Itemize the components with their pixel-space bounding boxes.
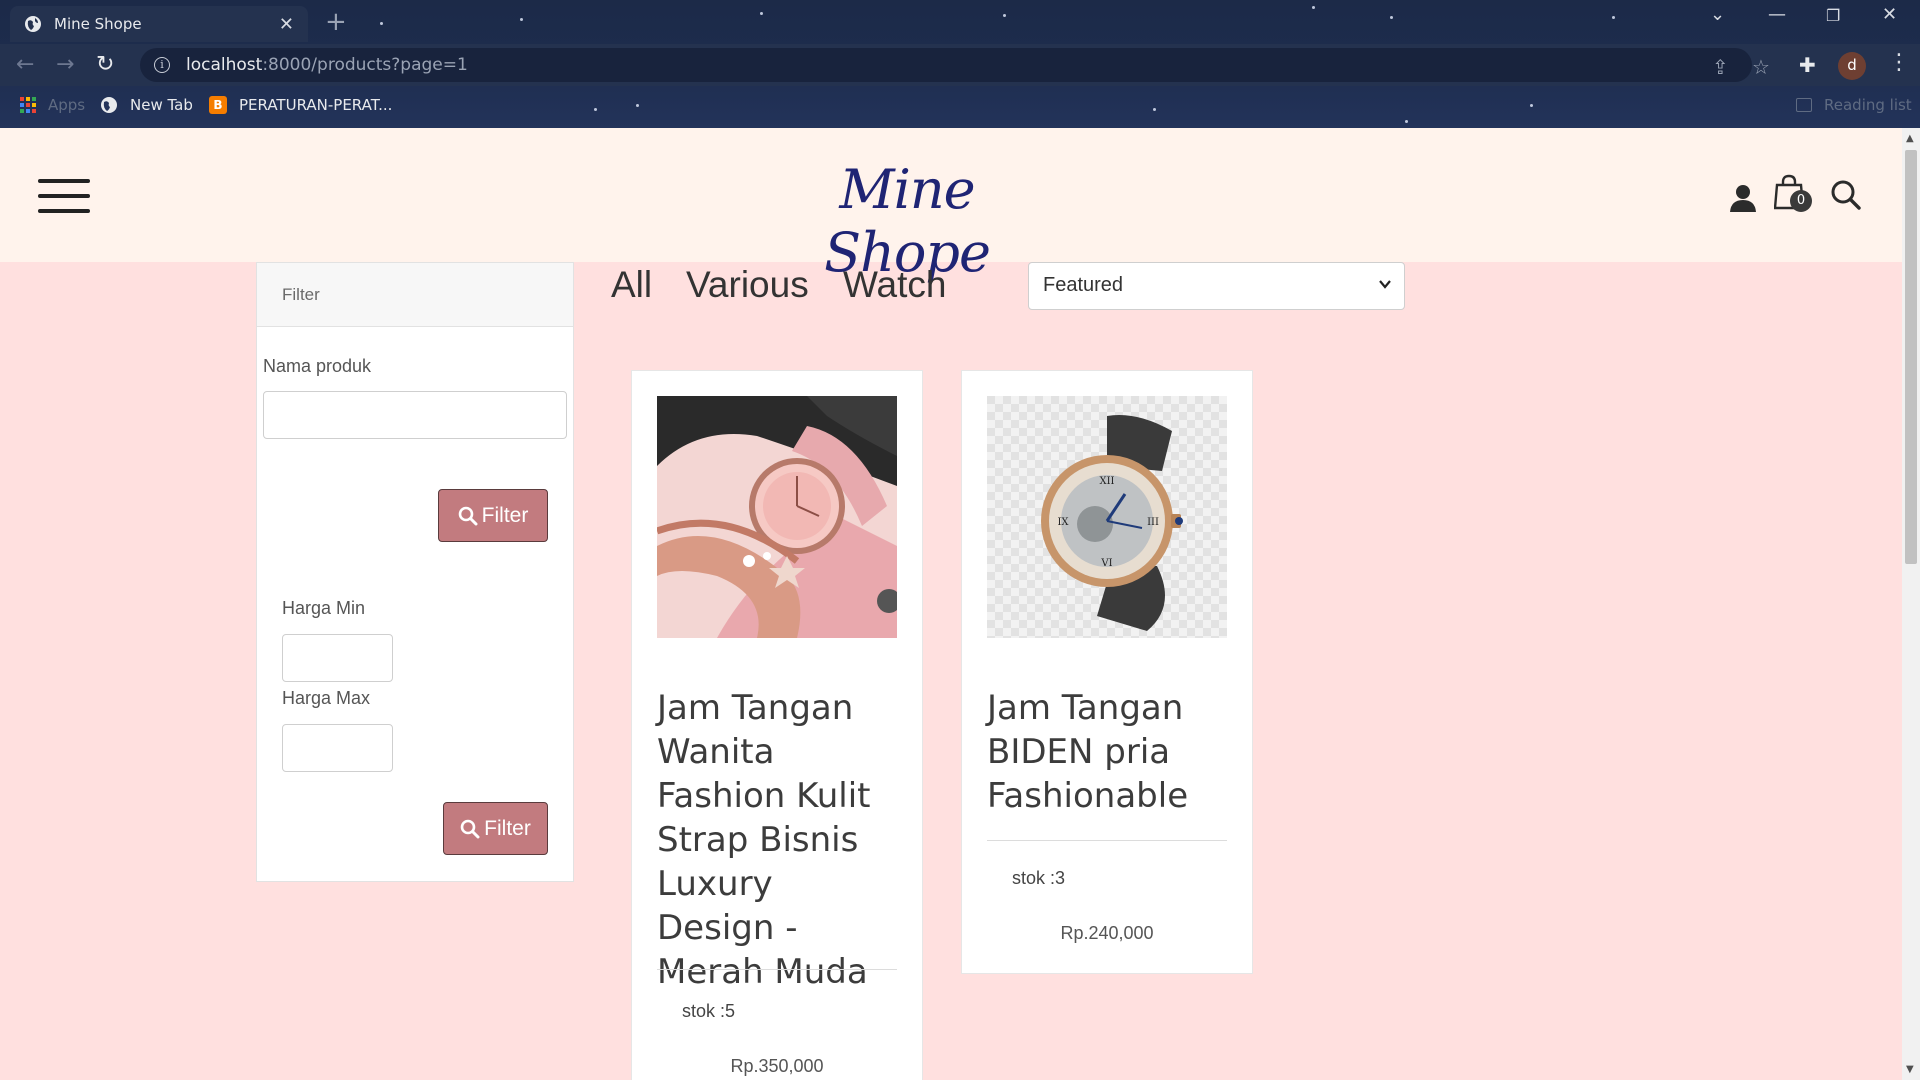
sort-select[interactable]: Featured (1028, 262, 1405, 310)
product-image[interactable] (657, 396, 897, 638)
address-bar[interactable]: i localhost:8000/products?page=1 (140, 48, 1752, 82)
product-price: Rp.350,000 (730, 1056, 824, 1076)
hamburger-bar (38, 209, 90, 213)
globe-icon (101, 97, 117, 113)
price-min-label: Harga Min (282, 598, 366, 618)
star-decoration (520, 18, 523, 21)
user-icon[interactable] (1729, 183, 1757, 213)
filter-button-label: Filter (481, 503, 529, 527)
star-decoration (380, 22, 383, 25)
sort-selected-value: Featured (1043, 274, 1124, 296)
category-watch[interactable]: Watch (843, 264, 946, 306)
forward-icon[interactable]: → (56, 52, 74, 78)
browser-menu-icon[interactable]: ⋮ (1888, 50, 1910, 75)
price-max-input[interactable] (282, 724, 393, 772)
product-name-input[interactable] (263, 391, 567, 439)
restore-button[interactable]: ❐ (1826, 6, 1840, 25)
star-decoration (760, 12, 763, 15)
gold-watch-image: XII III VI IX (987, 396, 1227, 638)
bookmark-label: New Tab (130, 96, 193, 114)
url-path: :8000/products?page=1 (262, 55, 468, 75)
svg-text:IX: IX (1057, 517, 1069, 528)
bookmark-apps[interactable]: Apps (20, 96, 85, 114)
new-tab-button[interactable]: + (325, 6, 347, 38)
browser-tab[interactable]: Mine Shope ✕ (10, 6, 308, 42)
name-filter-button[interactable]: Filter (438, 489, 548, 542)
pink-watch-image (657, 396, 897, 638)
reading-list-icon (1796, 98, 1812, 112)
price-filter-button[interactable]: Filter (443, 802, 548, 855)
back-icon[interactable]: ← (16, 52, 34, 78)
globe-icon (25, 16, 41, 32)
price-max-label: Harga Max (282, 688, 371, 708)
category-all[interactable]: All (611, 264, 652, 306)
url-host: localhost (186, 55, 263, 75)
search-icon (460, 819, 480, 838)
scroll-down-icon[interactable]: ▼ (1906, 1064, 1914, 1075)
apps-grid-icon (20, 97, 36, 113)
hamburger-bar (38, 179, 90, 183)
tab-title: Mine Shope (54, 15, 142, 33)
filter-title: Filter (257, 263, 573, 327)
hamburger-bar (38, 194, 90, 198)
product-card[interactable]: Jam Tangan Wanita Fashion Kulit Strap Bi… (631, 370, 923, 1080)
price-min-input[interactable] (282, 634, 393, 682)
product-card[interactable]: XII III VI IX Jam Tangan BIDEN pria Fash… (961, 370, 1253, 974)
svg-text:VI: VI (1100, 558, 1112, 569)
browser-chrome: Mine Shope ✕ + ⌄ — ❐ ✕ ← → ↻ i localhost… (0, 0, 1920, 128)
product-image[interactable]: XII III VI IX (987, 396, 1227, 638)
bookmark-new-tab[interactable]: New Tab (100, 96, 193, 114)
reading-list-label: Reading list (1824, 96, 1912, 114)
bookmark-label: PERATURAN-PERAT... (239, 96, 393, 114)
cart-count-badge: 0 (1790, 190, 1812, 212)
profile-avatar[interactable]: d (1838, 52, 1866, 80)
search-icon (458, 506, 478, 525)
page-viewport: Mine Shope 0 Filter Nama produk Filter H… (0, 128, 1902, 1080)
close-tab-icon[interactable]: ✕ (279, 14, 294, 35)
product-name-label: Nama produk (263, 356, 372, 376)
menu-toggle-button[interactable] (38, 179, 90, 215)
product-stock: stok :3 (1012, 868, 1066, 888)
reload-icon[interactable]: ↻ (96, 52, 114, 78)
tab-search-icon[interactable]: ⌄ (1710, 4, 1725, 25)
product-name[interactable]: Jam Tangan BIDEN pria Fashionable (987, 686, 1227, 818)
filter-sidebar: Filter Nama produk Filter Harga Min Harg… (256, 262, 574, 882)
site-info-icon[interactable]: i (154, 57, 170, 73)
svg-text:XII: XII (1099, 476, 1114, 487)
bookmark-peraturan[interactable]: B PERATURAN-PERAT... (209, 96, 392, 114)
blogger-icon: B (209, 96, 227, 114)
bookmark-star-icon[interactable]: ☆ (1752, 55, 1770, 79)
divider (657, 969, 897, 970)
svg-text:III: III (1147, 517, 1159, 528)
star-decoration (1612, 16, 1615, 19)
product-price: Rp.240,000 (1060, 923, 1154, 943)
site-header: Mine Shope 0 (0, 128, 1902, 284)
page-scrollbar[interactable]: ▲ ▼ (1902, 128, 1920, 1080)
chevron-down-icon (1379, 280, 1391, 289)
star-decoration (1312, 6, 1315, 9)
close-window-button[interactable]: ✕ (1882, 4, 1897, 25)
star-decoration (1390, 16, 1393, 19)
search-icon[interactable] (1831, 180, 1861, 210)
filter-button-label: Filter (484, 816, 531, 840)
share-icon[interactable]: ⇪ (1712, 55, 1729, 79)
minimize-button[interactable]: — (1768, 4, 1786, 25)
scroll-up-icon[interactable]: ▲ (1906, 133, 1914, 144)
star-decoration (1003, 14, 1006, 17)
reading-list-button[interactable]: Reading list (1796, 96, 1912, 114)
scrollbar-thumb[interactable] (1905, 150, 1917, 564)
bookmark-label: Apps (48, 96, 86, 114)
product-stock: stok :5 (682, 1001, 736, 1021)
category-various[interactable]: Various (686, 264, 809, 306)
product-name[interactable]: Jam Tangan Wanita Fashion Kulit Strap Bi… (657, 686, 897, 994)
extensions-icon[interactable]: ✚ (1799, 53, 1816, 77)
divider (987, 840, 1227, 841)
